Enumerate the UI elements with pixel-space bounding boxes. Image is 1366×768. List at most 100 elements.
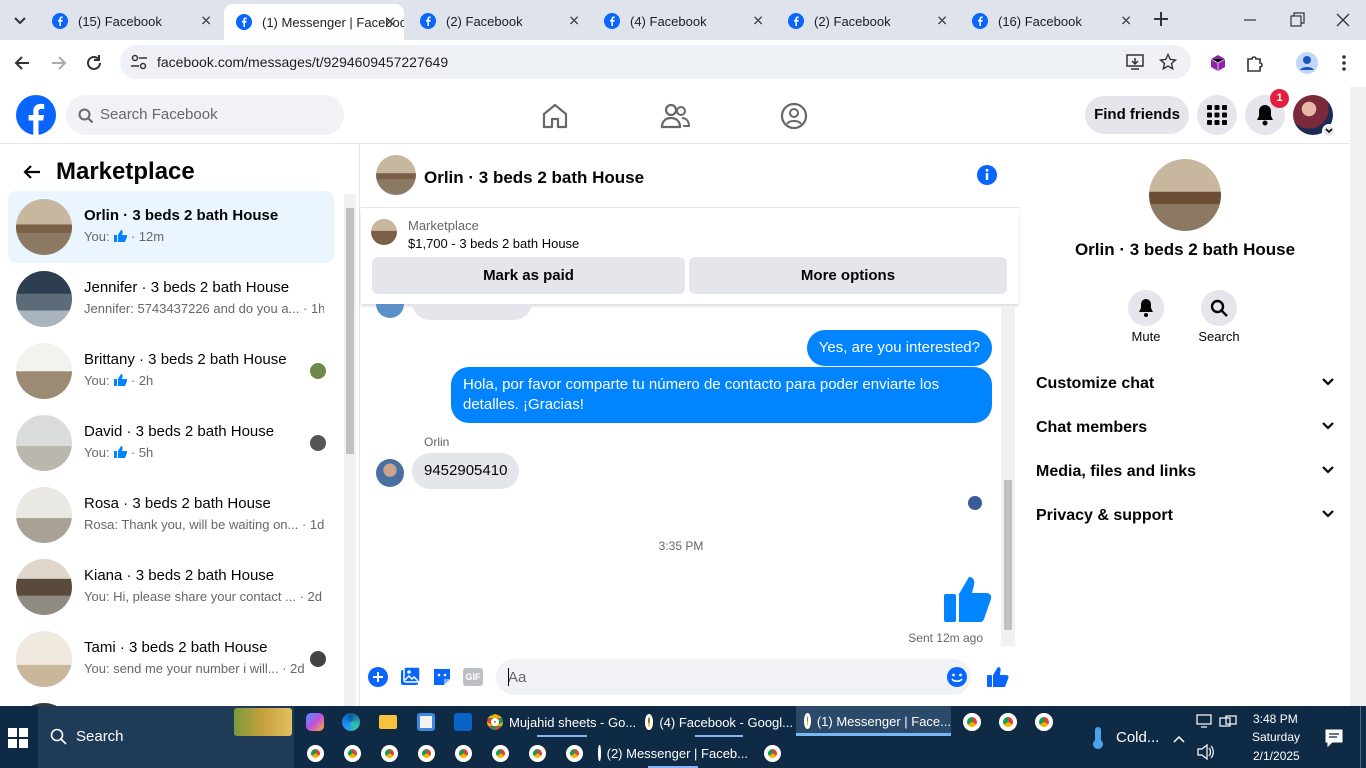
bookmark-star-icon[interactable]	[1158, 52, 1178, 71]
search-chat-button[interactable]	[1201, 290, 1237, 326]
browser-tab[interactable]: (16) Facebook ✕	[960, 6, 1140, 36]
chrome-icon[interactable]	[492, 745, 509, 762]
message-input[interactable]: Aa	[496, 659, 971, 695]
chrome-icon[interactable]	[566, 745, 583, 762]
conversation-scrollbar[interactable]	[344, 194, 356, 706]
listing-title[interactable]: $1,700 - 3 beds 2 bath House	[408, 236, 579, 251]
taskbar-task[interactable]: (4) Facebook - Googl...	[645, 707, 793, 737]
close-icon[interactable]: ✕	[936, 13, 948, 30]
back-arrow-icon[interactable]	[22, 162, 42, 182]
scrollbar-thumb[interactable]	[346, 208, 354, 454]
close-window-button[interactable]	[1333, 10, 1353, 30]
emoji-icon[interactable]	[946, 666, 968, 688]
large-thumbs-up-icon[interactable]	[943, 574, 993, 624]
taskbar-task[interactable]: (2) Messenger | Faceb...	[598, 738, 748, 768]
mute-button[interactable]	[1128, 290, 1164, 326]
add-circle-icon[interactable]	[367, 666, 389, 688]
taskbar-task-active[interactable]: (1) Messenger | Face...	[796, 706, 951, 736]
privacy-support-section[interactable]: Privacy & support	[1036, 495, 1336, 539]
info-icon[interactable]	[976, 164, 998, 186]
chevron-up-icon[interactable]	[1172, 734, 1186, 744]
facebook-search-input[interactable]: Search Facebook	[66, 95, 344, 135]
restore-button[interactable]	[1287, 10, 1307, 30]
windows-start-icon[interactable]	[8, 728, 28, 748]
reload-icon[interactable]	[84, 53, 104, 73]
scrollbar-thumb[interactable]	[1004, 480, 1012, 630]
minimize-button[interactable]	[1240, 10, 1260, 30]
photo-icon[interactable]	[399, 666, 421, 688]
close-icon[interactable]: ✕	[568, 13, 580, 30]
chrome-icon[interactable]	[764, 745, 781, 762]
close-icon[interactable]: ✕	[384, 14, 396, 31]
find-friends-button[interactable]: Find friends	[1085, 96, 1189, 134]
browser-tab[interactable]: (2) Facebook ✕	[776, 6, 956, 36]
home-icon[interactable]	[541, 102, 569, 130]
forward-arrow-icon[interactable]	[49, 53, 69, 73]
chrome-icon[interactable]	[418, 745, 435, 762]
conversation-item[interactable]: Orlin · 3 beds 2 bath House You: · 12m	[8, 191, 334, 263]
conversation-item[interactable]: David · 3 beds 2 bath House You: · 5h	[8, 407, 334, 479]
chrome-icon[interactable]	[381, 745, 398, 762]
more-options-button[interactable]: More options	[689, 257, 1007, 294]
outlook-icon[interactable]	[454, 713, 472, 731]
notification-center-icon[interactable]	[1325, 729, 1343, 748]
page-scrollbar[interactable]	[1350, 87, 1366, 706]
extensions-puzzle-icon[interactable]	[1245, 53, 1265, 73]
customize-chat-section[interactable]: Customize chat	[1036, 363, 1336, 407]
chat-members-section[interactable]: Chat members	[1036, 407, 1336, 451]
show-desktop-edge[interactable]	[1360, 706, 1366, 768]
back-arrow-icon[interactable]	[12, 53, 32, 73]
clock-time[interactable]: 3:48 PM	[1253, 712, 1298, 726]
store-icon[interactable]	[417, 713, 435, 731]
incoming-message[interactable]: 9452905410	[412, 453, 520, 489]
screen-mirror-icon[interactable]	[1196, 714, 1212, 728]
menu-button[interactable]	[1197, 95, 1237, 135]
chrome-icon[interactable]	[1035, 713, 1053, 731]
browser-tab[interactable]: (15) Facebook ✕	[40, 6, 220, 36]
file-explorer-icon[interactable]	[379, 715, 397, 729]
chrome-icon[interactable]	[455, 745, 472, 762]
close-icon[interactable]: ✕	[200, 13, 212, 30]
taskbar-task[interactable]: Mujahid sheets - Go...	[487, 707, 637, 737]
groups-icon[interactable]	[780, 102, 808, 130]
account-avatar[interactable]	[1293, 95, 1336, 138]
chrome-icon[interactable]	[999, 713, 1017, 731]
close-icon[interactable]: ✕	[752, 13, 764, 30]
tab-search-button[interactable]	[8, 8, 32, 32]
chat-title[interactable]: Orlin · 3 beds 2 bath House	[424, 168, 644, 188]
outgoing-message[interactable]: Yes, are you interested?	[806, 330, 992, 366]
copilot-icon[interactable]	[306, 713, 324, 731]
listing-thumbnail[interactable]	[371, 219, 397, 245]
outgoing-message[interactable]: Hola, por favor comparte tu número de co…	[451, 367, 992, 423]
network-icon[interactable]	[1219, 715, 1237, 729]
conversation-item[interactable]: Jennifer · 3 beds 2 bath House Jennifer:…	[8, 263, 334, 335]
install-app-icon[interactable]	[1126, 53, 1144, 71]
more-vert-icon[interactable]	[1334, 53, 1354, 73]
chrome-icon[interactable]	[963, 713, 981, 731]
browser-tab-active[interactable]: (1) Messenger | Facebook ✕	[224, 4, 404, 40]
site-settings-icon[interactable]	[130, 54, 148, 70]
facebook-logo-icon[interactable]	[16, 95, 56, 135]
avatar-dropdown[interactable]	[1322, 124, 1336, 138]
new-tab-button[interactable]	[1150, 8, 1172, 30]
friends-icon[interactable]	[660, 102, 691, 130]
conversation-item[interactable]: Kiana · 3 beds 2 bath House You: Hi, ple…	[8, 551, 334, 623]
gif-button[interactable]: GIF	[463, 668, 483, 686]
conversation-item[interactable]: Rosa · 3 beds 2 bath House Rosa: Thank y…	[8, 479, 334, 551]
media-files-links-section[interactable]: Media, files and links	[1036, 451, 1336, 495]
sticker-icon[interactable]	[431, 666, 453, 688]
chat-scrollbar[interactable]	[1001, 306, 1015, 646]
close-icon[interactable]: ✕	[1120, 13, 1132, 30]
conversation-item[interactable]: Brittany · 3 beds 2 bath House You: · 2h	[8, 335, 334, 407]
edge-icon[interactable]	[342, 713, 360, 731]
thumbs-up-send-icon[interactable]	[986, 666, 1009, 688]
browser-tab[interactable]: (4) Facebook ✕	[592, 6, 772, 36]
browser-tab[interactable]: (2) Facebook ✕	[408, 6, 588, 36]
address-bar[interactable]: facebook.com/messages/t/9294609457227649	[120, 45, 1191, 79]
taskbar-search-box[interactable]: Search	[38, 706, 294, 768]
weather-label[interactable]: Cold...	[1116, 729, 1159, 746]
profile-icon[interactable]	[1296, 52, 1318, 74]
profile-avatar[interactable]	[1149, 159, 1221, 231]
thermometer-icon[interactable]	[1088, 726, 1108, 750]
chrome-icon[interactable]	[344, 745, 361, 762]
